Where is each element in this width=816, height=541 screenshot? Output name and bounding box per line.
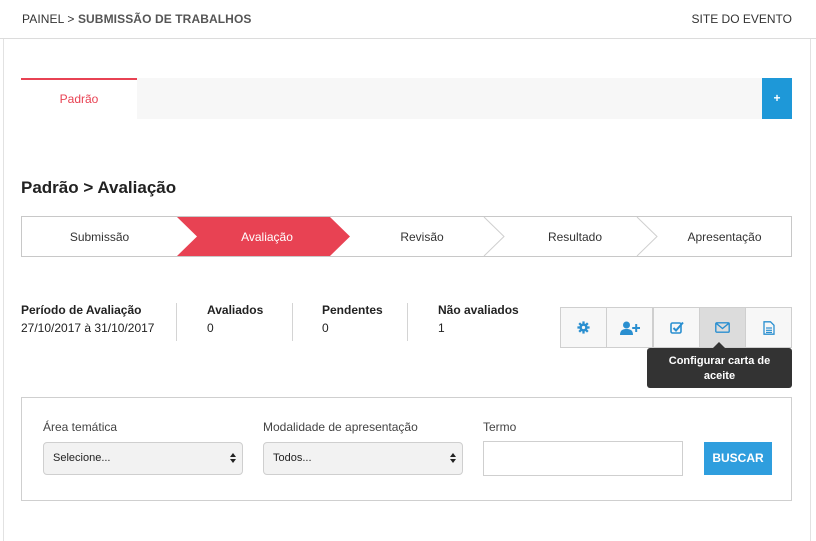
check-button[interactable] xyxy=(653,307,700,348)
tab-padrao[interactable]: Padrão xyxy=(21,78,137,119)
page-title: Padrão > Avaliação xyxy=(21,178,177,197)
stat-nao-avaliados-value: 1 xyxy=(438,321,445,335)
step-revisao[interactable]: Revisão xyxy=(347,230,497,244)
stat-nao-avaliados: Não avaliados 1 xyxy=(438,303,519,335)
breadcrumb-current: SUBMISSÃO DE TRABALHOS xyxy=(77,12,252,26)
site-link[interactable]: SITE DO EVENTO xyxy=(692,12,792,26)
breadcrumb-root[interactable]: PAINEL > xyxy=(22,12,75,26)
modalidade-value: Todos... xyxy=(273,452,312,464)
stat-periodo-value: 27/10/2017 à 31/10/2017 xyxy=(21,321,155,335)
search-button[interactable]: BUSCAR xyxy=(704,442,772,475)
termo-label: Termo xyxy=(483,420,517,434)
add-user-icon xyxy=(619,321,640,335)
stat-divider xyxy=(292,303,293,341)
step-resultado[interactable]: Resultado xyxy=(500,230,650,244)
document-button[interactable] xyxy=(745,307,792,348)
step-apresentacao[interactable]: Apresentação xyxy=(652,230,797,244)
area-tematica-value: Selecione... xyxy=(53,452,111,464)
tooltip: Configurar carta de aceite xyxy=(647,342,792,388)
document-icon xyxy=(762,320,775,335)
envelope-icon xyxy=(715,322,730,333)
tab-strip: Padrão + xyxy=(21,78,792,119)
stat-avaliados-value: 0 xyxy=(207,321,214,335)
modalidade-label: Modalidade de apresentação xyxy=(263,420,418,434)
stat-pendentes-value: 0 xyxy=(322,321,329,335)
gear-icon xyxy=(577,321,590,334)
breadcrumb: PAINEL > SUBMISSÃO DE TRABALHOS xyxy=(22,12,251,26)
stat-periodo: Período de Avaliação 27/10/2017 à 31/10/… xyxy=(21,303,154,335)
checkbox-icon xyxy=(669,321,684,334)
workflow-steps: Submissão Avaliação Revisão Resultado Ap… xyxy=(21,216,792,257)
select-arrows-icon xyxy=(450,453,456,463)
stat-avaliados-title: Avaliados xyxy=(207,303,264,317)
add-tab-button[interactable]: + xyxy=(762,78,792,119)
step-avaliacao[interactable]: Avaliação xyxy=(192,230,342,244)
add-evaluator-button[interactable] xyxy=(606,307,653,348)
stat-divider xyxy=(176,303,177,341)
area-tematica-select[interactable]: Selecione... xyxy=(43,442,243,475)
termo-input[interactable] xyxy=(483,441,683,476)
filter-panel: Área temática Selecione... Modalidade de… xyxy=(21,397,792,501)
step-submissao[interactable]: Submissão xyxy=(22,230,177,244)
modalidade-select[interactable]: Todos... xyxy=(263,442,463,475)
stat-avaliados: Avaliados 0 xyxy=(207,303,263,335)
stat-nao-avaliados-title: Não avaliados xyxy=(438,303,519,317)
evaluation-toolbar xyxy=(560,307,792,348)
settings-button[interactable] xyxy=(560,307,607,348)
stat-pendentes: Pendentes 0 xyxy=(322,303,383,335)
stat-periodo-title: Período de Avaliação xyxy=(21,303,142,317)
area-tematica-label: Área temática xyxy=(43,420,118,434)
top-bar: PAINEL > SUBMISSÃO DE TRABALHOS SITE DO … xyxy=(0,0,816,39)
stat-divider xyxy=(407,303,408,341)
stat-pendentes-title: Pendentes xyxy=(322,303,383,317)
select-arrows-icon xyxy=(230,453,236,463)
